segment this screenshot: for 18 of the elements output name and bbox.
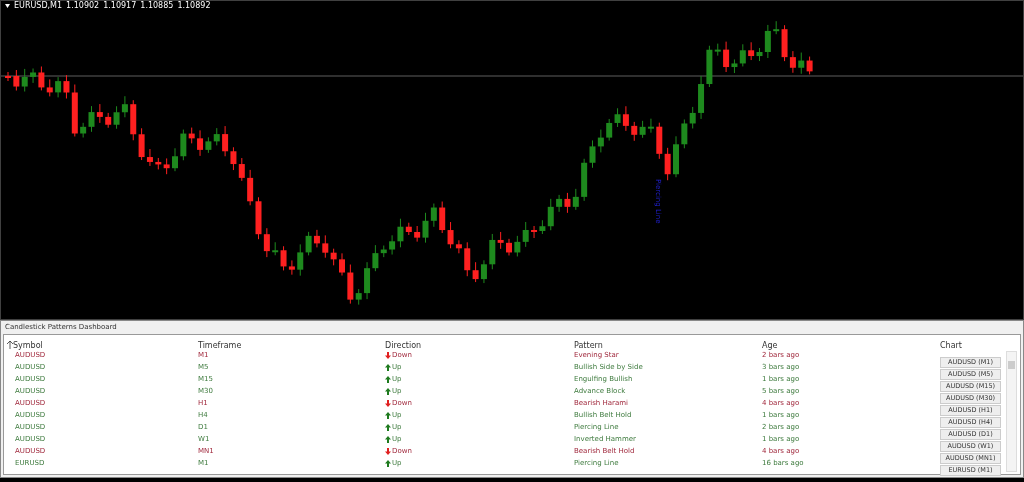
sort-arrow-icon: [7, 341, 13, 349]
dropdown-triangle-icon[interactable]: [5, 3, 10, 8]
price-value: 1.10902: [66, 1, 100, 10]
column-header[interactable]: Timeframe: [198, 340, 242, 350]
scrollbar[interactable]: [1006, 351, 1017, 472]
column-header[interactable]: Age: [762, 340, 778, 350]
column-header[interactable]: Symbol: [13, 340, 43, 350]
column-header[interactable]: Direction: [385, 340, 422, 350]
down-arrow-icon: [385, 351, 391, 359]
down-arrow-icon: [385, 399, 391, 407]
price-value: 1.10885: [140, 1, 174, 10]
column-header[interactable]: Chart: [940, 340, 962, 350]
chart-symbol: EURUSD,M1: [14, 1, 63, 10]
down-arrow-icon: [385, 447, 391, 455]
price-value: 1.10917: [103, 1, 137, 10]
column-header[interactable]: Pattern: [574, 340, 603, 350]
price-value: 1.10892: [177, 1, 211, 10]
up-arrow-icon: [385, 459, 391, 467]
